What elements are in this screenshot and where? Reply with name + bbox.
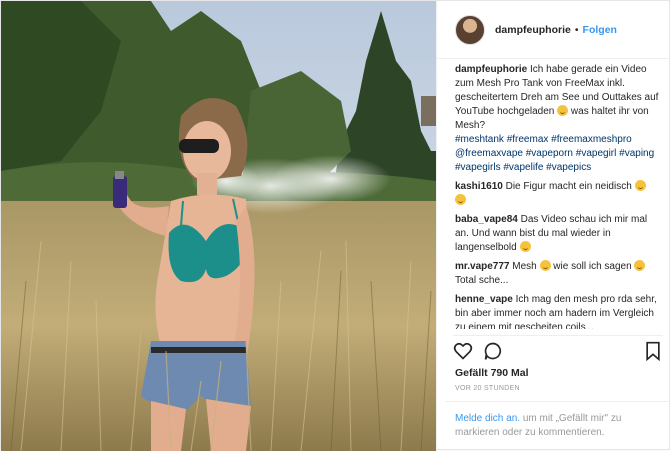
comment-icon[interactable] <box>483 341 503 361</box>
comment-username[interactable]: kashi1610 <box>455 181 503 192</box>
post-header: dampfeuphorie • Folgen <box>437 1 670 59</box>
comment-username[interactable]: mr.vape777 <box>455 261 510 272</box>
caption: dampfeuphorie Ich habe gerade ein Video … <box>455 63 660 175</box>
comment-text: Mesh <box>512 261 537 272</box>
post-timestamp: VOR 20 STUNDEN <box>455 385 520 392</box>
avatar[interactable] <box>455 14 485 45</box>
smile-emoji-icon <box>634 260 646 271</box>
comment-item: mr.vape777 Mesh wie soll ich sagen Total… <box>455 260 660 288</box>
smile-emoji-icon <box>455 194 466 205</box>
action-bar <box>453 335 663 365</box>
post-sidebar: dampfeuphorie • Folgen dampfeuphorie Ich… <box>436 1 670 451</box>
heart-icon[interactable] <box>453 341 473 361</box>
comment-text-middle: wie soll ich sagen <box>553 261 632 272</box>
post-photo[interactable] <box>1 1 436 451</box>
bookmark-icon[interactable] <box>643 341 663 362</box>
likes-count[interactable]: Gefällt 790 Mal <box>455 367 529 379</box>
author-username[interactable]: dampfeuphorie <box>495 24 571 36</box>
caption-username[interactable]: dampfeuphorie <box>455 64 527 75</box>
separator-dot: • <box>574 23 579 36</box>
photo-illustration <box>1 1 436 451</box>
comment-item: henne_vape Ich mag den mesh pro rda sehr… <box>455 293 660 329</box>
login-prompt: Melde dich an. um mit „Gefällt mir" zu m… <box>445 401 670 440</box>
wink-emoji-icon <box>519 241 531 252</box>
comments-list: dampfeuphorie Ich habe gerade ein Video … <box>455 63 660 329</box>
comment-username[interactable]: baba_vape84 <box>455 214 518 225</box>
login-link[interactable]: Melde dich an. <box>455 413 520 424</box>
comment-text-end: Total sche... <box>455 275 509 286</box>
thinking-emoji-icon <box>539 260 551 271</box>
comment-item: kashi1610 Die Figur macht ein neidisch <box>455 180 660 208</box>
comment-text: Die Figur macht ein neidisch <box>505 181 632 192</box>
comment-item: baba_vape84 Das Video schau ich mir mal … <box>455 213 660 255</box>
follow-button[interactable]: Folgen <box>583 24 617 36</box>
caption-hashtags[interactable]: #meshtank #freemax #freemaxmeshpro @free… <box>455 133 660 175</box>
instagram-post: dampfeuphorie • Folgen dampfeuphorie Ich… <box>0 0 670 451</box>
smile-emoji-icon <box>557 105 569 116</box>
grin-emoji-icon <box>634 180 646 191</box>
comment-username[interactable]: henne_vape <box>455 294 513 305</box>
